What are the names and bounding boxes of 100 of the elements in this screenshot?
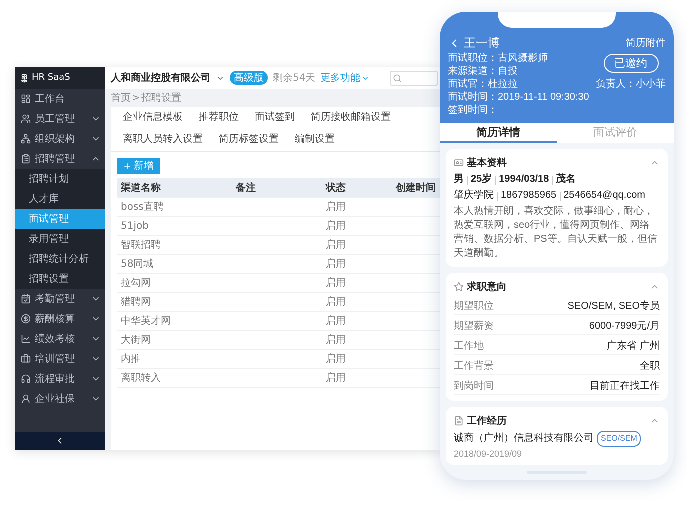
coin-icon [21,314,31,324]
info-line: 签到时间： [448,104,498,117]
settings-tab[interactable]: 企业信息模板 [115,107,191,129]
table-cell-text: 启用 [325,314,347,328]
settings-tab[interactable]: 面试签到 [247,107,303,129]
company-name: 诚商（广州）信息科技有限公司 [454,432,594,446]
table-cell-text: 启用 [325,276,347,290]
profile-fact: 2546654@qq.com [564,189,646,204]
sidebar-subitem[interactable]: 招聘设置 [15,269,105,289]
settings-tab[interactable]: 编制设置 [287,129,343,151]
sidebar-item[interactable]: 组织架构 [15,129,105,149]
id-card-icon [454,158,464,168]
sidebar-item[interactable]: 员工管理 [15,109,105,129]
sidebar-subitem[interactable]: 招聘计划 [15,169,105,189]
company-name[interactable]: 人和商业控股有限公司 [111,71,211,85]
table-cell-text: 启用 [325,220,347,233]
table-cell-text: 离职转入 [120,372,162,385]
table-cell-text: 启用 [325,238,347,252]
field-label: 工作地 [454,340,484,353]
clipboard-icon [21,154,31,164]
briefcase-icon [21,354,31,364]
profile-fact: 1867985965 [501,189,557,204]
column-header: 渠道名称 [120,182,162,194]
sidebar-subitem[interactable]: 录用管理 [15,229,105,249]
table-cell-text: 启用 [325,352,347,366]
sidebar-item[interactable]: 招聘管理 [15,149,105,169]
settings-tab[interactable]: 简历接收邮箱设置 [303,107,399,129]
search-icon [393,74,402,82]
card-title: 求职意向 [467,280,507,294]
table-cell-text: 58同城 [120,258,155,271]
dashboard-icon [21,94,31,104]
calendar-icon [21,294,31,304]
user-icon [21,394,31,404]
table-cell-text: 启用 [325,334,347,347]
column-header: 备注 [235,181,257,194]
chart-icon [21,334,31,344]
headphones-icon [21,374,31,384]
card-title: 工作经历 [467,414,507,428]
table-cell-text: 猎聘网 [120,296,152,309]
table-cell-text: boss直聘 [120,200,165,214]
sidebar-item[interactable]: 绩效考核 [15,329,105,349]
sidebar-item[interactable]: 考勤管理 [15,289,105,309]
table-cell-text: 拉勾网 [120,277,152,290]
info-line: 面试职位：古风摄影师 [448,52,548,65]
card-title: 基本资料 [467,156,507,170]
sidebar-subitem[interactable]: 招聘统计分析 [15,249,105,269]
table-cell-text: 智联招聘 [120,238,162,252]
profile-fact: 肇庆学院 [454,189,494,204]
network-icon [21,134,31,144]
settings-tab[interactable]: 推荐职位 [191,107,247,129]
table-cell-text: 中华英才网 [120,314,172,328]
table-cell-text: 启用 [325,296,347,309]
table-cell-text: 51job [120,220,150,232]
field-value: 6000-7999元/月 [589,320,660,333]
info-line: 面试时间：2019-11-11 09:30:30 [448,91,590,104]
breadcrumb-separator: > [132,92,140,104]
table-cell-text: 大街网 [120,334,152,347]
profile-fact: 25岁 [471,173,492,188]
profile-tab[interactable]: 简历详情 [440,123,557,144]
attachment-link[interactable]: 简历附件 [626,36,666,50]
sidebar-item[interactable]: 企业社保 [15,389,105,409]
remaining-days: 剩余54天 [273,71,316,85]
table-cell-text: 启用 [325,372,347,385]
field-value: 广东省 广州 [607,340,660,353]
owner-label: 负责人：小小菲 [596,78,666,91]
candidate-name: 王一博 [464,34,500,52]
settings-tab[interactable]: 离职人员转入设置 [115,129,211,151]
table-cell-text: 启用 [325,200,347,214]
column-header: 状态 [324,182,347,194]
profile-fact: 男 [454,173,464,188]
search-field[interactable] [390,70,438,86]
field-label: 工作背景 [454,360,494,373]
plan-badge: 高级版 [230,71,268,85]
document-icon [454,416,464,426]
sidebar-item[interactable]: 培训管理 [15,349,105,369]
plus-icon [123,162,132,170]
profile-fact: 1994/03/18 [499,173,550,188]
table-cell-text: 内推 [120,352,142,366]
app-logo: HR SaaS [15,67,105,89]
info-line: 来源渠道：自投 [448,65,518,78]
settings-tab[interactable]: 简历标签设置 [211,129,287,151]
profile-fact: 茂名 [556,173,576,188]
bio-text: 本人热情开朗，喜欢交际，做事细心，耐心，热爱互联网，seo行业，懂得网页制作、网络营销、数据分析、PS等。自认天赋一般，但信天道酬勤。 [454,205,658,262]
field-label: 到岗时间 [454,380,494,393]
sidebar-item[interactable]: 薪酬核算 [15,309,105,329]
star-icon [454,282,464,292]
field-value: 全职 [640,360,660,373]
table-cell-text: 启用 [325,258,347,271]
column-header: 创建时间 [394,182,437,194]
status-button[interactable]: 已邀约 [604,54,658,73]
logo-icon [20,74,29,82]
field-label: 期望职位 [454,300,494,313]
info-line: 面试官：杜拉拉 [448,78,518,91]
work-period: 2018/09-2019/09 [454,449,524,460]
field-value: 目前正在找工作 [590,380,660,393]
sidebar-item[interactable]: 流程审批 [15,369,105,389]
sidebar-item[interactable]: 工作台 [15,89,105,109]
skill-tag: SEO/SEM [597,431,642,448]
sidebar-subitem[interactable]: 人才库 [15,189,105,209]
field-value: SEO/SEM, SEO专员 [568,300,660,313]
